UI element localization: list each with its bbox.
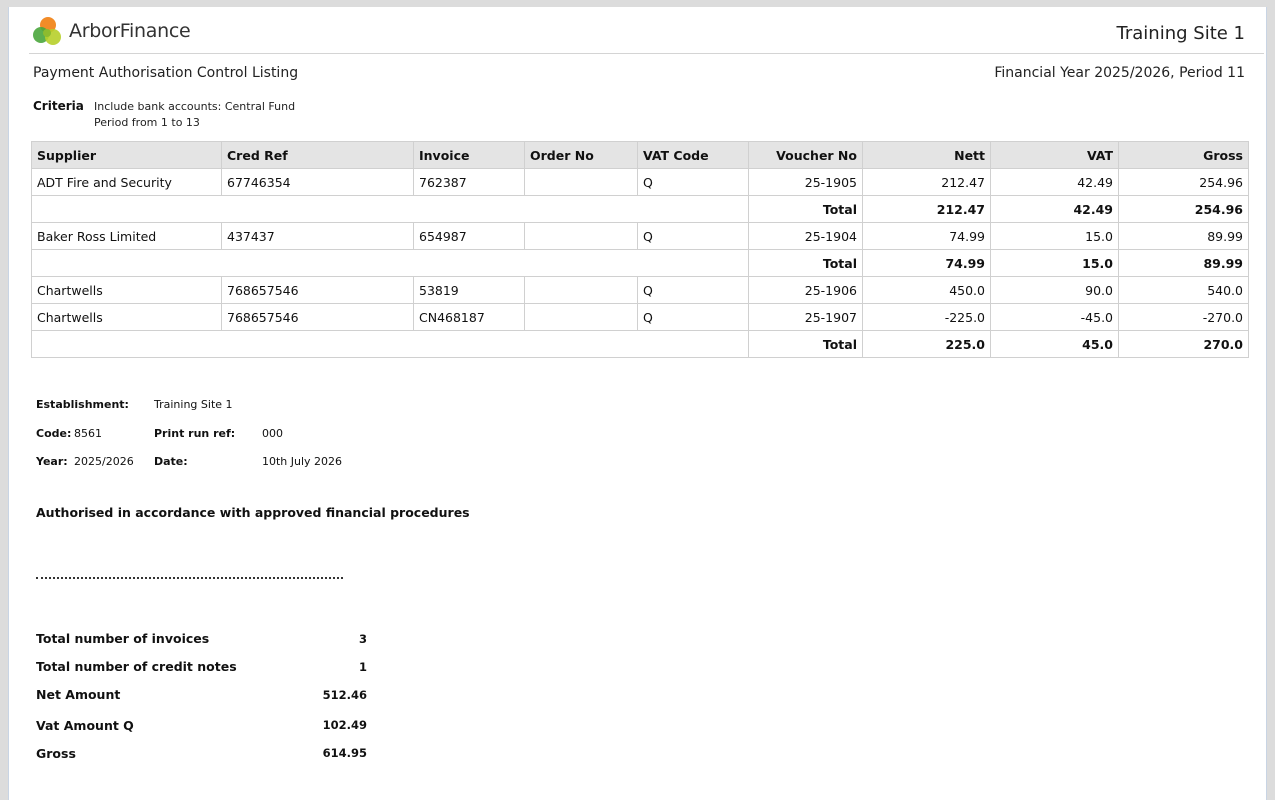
cell-gross: -270.0 xyxy=(1118,303,1249,331)
cell-vat: 15.0 xyxy=(990,222,1119,250)
summary-label-credit-notes: Total number of credit notes xyxy=(36,659,237,674)
summary-label-vat-amount: Vat Amount Q xyxy=(36,718,134,733)
summary-value-gross: 614.95 xyxy=(322,746,367,760)
print-run-value: 000 xyxy=(262,427,283,440)
cell-vat-code: Q xyxy=(637,222,749,250)
year-label: Year: xyxy=(36,455,68,468)
summary-label-invoices: Total number of invoices xyxy=(36,631,210,646)
cell-cred-ref: 437437 xyxy=(221,222,414,250)
summary-value-net-amount: 512.46 xyxy=(322,688,367,702)
cell-supplier: ADT Fire and Security xyxy=(31,168,222,196)
cell-invoice: 762387 xyxy=(413,168,525,196)
table-row: Chartwells 768657546 CN468187 Q 25-1907 … xyxy=(31,303,1249,331)
cell-voucher-no: 25-1904 xyxy=(748,222,863,250)
code-value: 8561 xyxy=(74,427,102,440)
total-gross: 270.0 xyxy=(1118,330,1249,358)
column-header-order-no: Order No xyxy=(524,141,638,169)
cell-order-no xyxy=(524,276,638,304)
cell-vat-code: Q xyxy=(637,303,749,331)
cell-vat: 42.49 xyxy=(990,168,1119,196)
cell-vat-code: Q xyxy=(637,168,749,196)
cell-cred-ref: 67746354 xyxy=(221,168,414,196)
column-header-vat-code: VAT Code xyxy=(637,141,749,169)
cell-nett: 212.47 xyxy=(862,168,991,196)
cell-order-no xyxy=(524,303,638,331)
summary-label-net-amount: Net Amount xyxy=(36,687,121,702)
total-row: Total 74.99 15.0 89.99 xyxy=(31,249,1249,277)
column-header-supplier: Supplier xyxy=(31,141,222,169)
table-header-row: Supplier Cred Ref Invoice Order No VAT C… xyxy=(31,141,1249,169)
cell-nett: 450.0 xyxy=(862,276,991,304)
cell-voucher-no: 25-1907 xyxy=(748,303,863,331)
column-header-invoice: Invoice xyxy=(413,141,525,169)
cell-cred-ref: 768657546 xyxy=(221,303,414,331)
cell-nett: -225.0 xyxy=(862,303,991,331)
cell-voucher-no: 25-1905 xyxy=(748,168,863,196)
table-row: ADT Fire and Security 67746354 762387 Q … xyxy=(31,168,1249,196)
total-gross: 89.99 xyxy=(1118,249,1249,277)
cell-supplier: Chartwells xyxy=(31,303,222,331)
total-label: Total xyxy=(748,330,863,358)
signature-line xyxy=(36,577,343,579)
cell-vat: 90.0 xyxy=(990,276,1119,304)
code-label: Code: xyxy=(36,427,72,440)
report-title: Payment Authorisation Control Listing xyxy=(33,65,299,81)
column-header-voucher-no: Voucher No xyxy=(748,141,863,169)
cell-supplier: Baker Ross Limited xyxy=(31,222,222,250)
cell-supplier: Chartwells xyxy=(31,276,222,304)
establishment-label: Establishment: xyxy=(36,398,129,411)
column-header-vat: VAT xyxy=(990,141,1119,169)
column-header-cred-ref: Cred Ref xyxy=(221,141,414,169)
total-nett: 212.47 xyxy=(862,195,991,223)
cell-gross: 89.99 xyxy=(1118,222,1249,250)
header-divider xyxy=(29,53,1264,54)
cell-nett: 74.99 xyxy=(862,222,991,250)
cell-order-no xyxy=(524,168,638,196)
brand-name: ArborFinance xyxy=(69,20,191,42)
total-gross: 254.96 xyxy=(1118,195,1249,223)
financial-period: Financial Year 2025/2026, Period 11 xyxy=(994,65,1245,81)
date-value: 10th July 2026 xyxy=(262,455,343,468)
table-row: Baker Ross Limited 437437 654987 Q 25-19… xyxy=(31,222,1249,250)
total-vat: 15.0 xyxy=(990,249,1119,277)
site-name: Training Site 1 xyxy=(1116,23,1245,44)
table-row: Chartwells 768657546 53819 Q 25-1906 450… xyxy=(31,276,1249,304)
establishment-value: Training Site 1 xyxy=(154,398,233,411)
cell-gross: 254.96 xyxy=(1118,168,1249,196)
payment-listing-table: Supplier Cred Ref Invoice Order No VAT C… xyxy=(31,141,1249,358)
total-row: Total 212.47 42.49 254.96 xyxy=(31,195,1249,223)
column-header-gross: Gross xyxy=(1118,141,1249,169)
print-run-label: Print run ref: xyxy=(154,427,236,440)
cell-gross: 540.0 xyxy=(1118,276,1249,304)
total-nett: 225.0 xyxy=(862,330,991,358)
total-row: Total 225.0 45.0 270.0 xyxy=(31,330,1249,358)
cell-order-no xyxy=(524,222,638,250)
cell-invoice: 53819 xyxy=(413,276,525,304)
cell-invoice: 654987 xyxy=(413,222,525,250)
total-label: Total xyxy=(748,195,863,223)
criteria-line-bank-accounts: Include bank accounts: Central Fund xyxy=(94,100,296,113)
total-vat: 42.49 xyxy=(990,195,1119,223)
cell-vat-code: Q xyxy=(637,276,749,304)
summary-value-invoices: 3 xyxy=(358,632,367,646)
summary-value-vat-amount: 102.49 xyxy=(322,718,367,732)
summary-label-gross: Gross xyxy=(36,746,76,761)
column-header-nett: Nett xyxy=(862,141,991,169)
cell-cred-ref: 768657546 xyxy=(221,276,414,304)
cell-invoice: CN468187 xyxy=(413,303,525,331)
criteria-line-period: Period from 1 to 13 xyxy=(94,116,200,129)
total-label: Total xyxy=(748,249,863,277)
total-nett: 74.99 xyxy=(862,249,991,277)
authorisation-statement: Authorised in accordance with approved f… xyxy=(36,505,470,520)
criteria-label: Criteria xyxy=(33,99,84,113)
cell-voucher-no: 25-1906 xyxy=(748,276,863,304)
summary-value-credit-notes: 1 xyxy=(358,660,367,674)
cell-vat: -45.0 xyxy=(990,303,1119,331)
report-page: ArborFinance Training Site 1 Payment Aut… xyxy=(8,7,1267,800)
arborfinance-logo-icon xyxy=(33,17,61,45)
total-vat: 45.0 xyxy=(990,330,1119,358)
date-label: Date: xyxy=(154,455,188,468)
year-value: 2025/2026 xyxy=(74,455,134,468)
